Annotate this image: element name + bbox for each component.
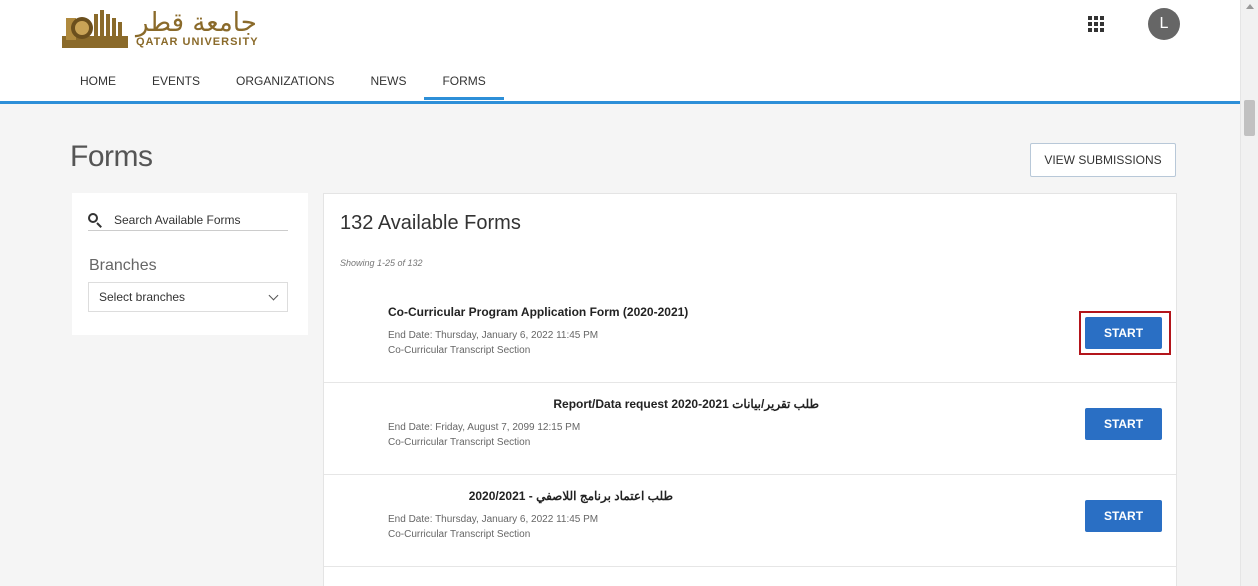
university-emblem-icon	[60, 8, 132, 50]
apps-grid-icon[interactable]	[1088, 16, 1104, 32]
nav-item-forms[interactable]: FORMS	[424, 66, 505, 100]
form-section: Co-Curricular Transcript Section	[388, 529, 531, 540]
showing-count: Showing 1-25 of 132	[340, 258, 423, 268]
search-icon	[88, 212, 102, 228]
qatar-university-logo[interactable]: جامعة قطر QATAR UNIVERSITY	[60, 8, 259, 50]
form-section: Co-Curricular Transcript Section	[388, 345, 531, 356]
nav-item-home[interactable]: HOME	[62, 66, 134, 100]
branches-label: Branches	[89, 257, 157, 274]
header-divider	[0, 101, 1240, 104]
form-title[interactable]: Co-Curricular Program Application Form (…	[388, 305, 688, 319]
forms-list-card: 132 Available Forms Showing 1-25 of 132 …	[323, 193, 1177, 586]
user-avatar[interactable]: L	[1148, 8, 1180, 40]
start-button[interactable]: START	[1085, 317, 1162, 349]
start-button[interactable]: START	[1085, 408, 1162, 440]
page-scrollbar[interactable]	[1240, 0, 1258, 586]
page-title: Forms	[70, 140, 153, 173]
form-title[interactable]: طلب اعتماد برنامج اللاصفي - 2020/2021	[469, 489, 673, 503]
branches-select-value: Select branches	[99, 290, 186, 304]
branches-select[interactable]: Select branches	[88, 282, 288, 312]
scroll-thumb[interactable]	[1244, 100, 1255, 136]
form-end-date: End Date: Thursday, January 6, 2022 11:4…	[388, 330, 599, 341]
logo-arabic-text: جامعة قطر	[136, 7, 257, 38]
chevron-down-icon	[268, 290, 279, 301]
start-button[interactable]: START	[1085, 500, 1162, 532]
form-section: Co-Curricular Transcript Section	[388, 437, 531, 448]
scroll-up-arrow-icon[interactable]	[1246, 4, 1254, 9]
search-input[interactable]: Search Available Forms	[88, 209, 288, 231]
form-title[interactable]: طلب تقرير/بيانات Report/Data request 202…	[553, 397, 819, 411]
form-end-date: End Date: Friday, August 7, 2099 12:15 P…	[388, 422, 581, 433]
nav-item-news[interactable]: NEWS	[352, 66, 424, 100]
view-submissions-button[interactable]: VIEW SUBMISSIONS	[1030, 143, 1176, 177]
header: جامعة قطر QATAR UNIVERSITY L HOME EVENTS…	[0, 0, 1240, 104]
logo-text: جامعة قطر QATAR UNIVERSITY	[136, 10, 259, 49]
nav-item-events[interactable]: EVENTS	[134, 66, 218, 100]
available-forms-title: 132 Available Forms	[340, 212, 521, 234]
nav-item-organizations[interactable]: ORGANIZATIONS	[218, 66, 352, 100]
search-placeholder: Search Available Forms	[114, 212, 241, 227]
filter-sidebar: Search Available Forms Branches Select b…	[72, 193, 308, 335]
logo-english-text: QATAR UNIVERSITY	[136, 35, 259, 48]
main-nav: HOME EVENTS ORGANIZATIONS NEWS FORMS	[62, 66, 505, 100]
form-list-item: طلب اعتماد برنامج اللاصفي - 2020/2021 En…	[324, 476, 1176, 567]
form-list-item: طلب تقرير/بيانات Report/Data request 202…	[324, 384, 1176, 475]
form-end-date: End Date: Thursday, January 6, 2022 11:4…	[388, 514, 599, 525]
form-list-item: Co-Curricular Program Application Form (…	[324, 292, 1176, 383]
